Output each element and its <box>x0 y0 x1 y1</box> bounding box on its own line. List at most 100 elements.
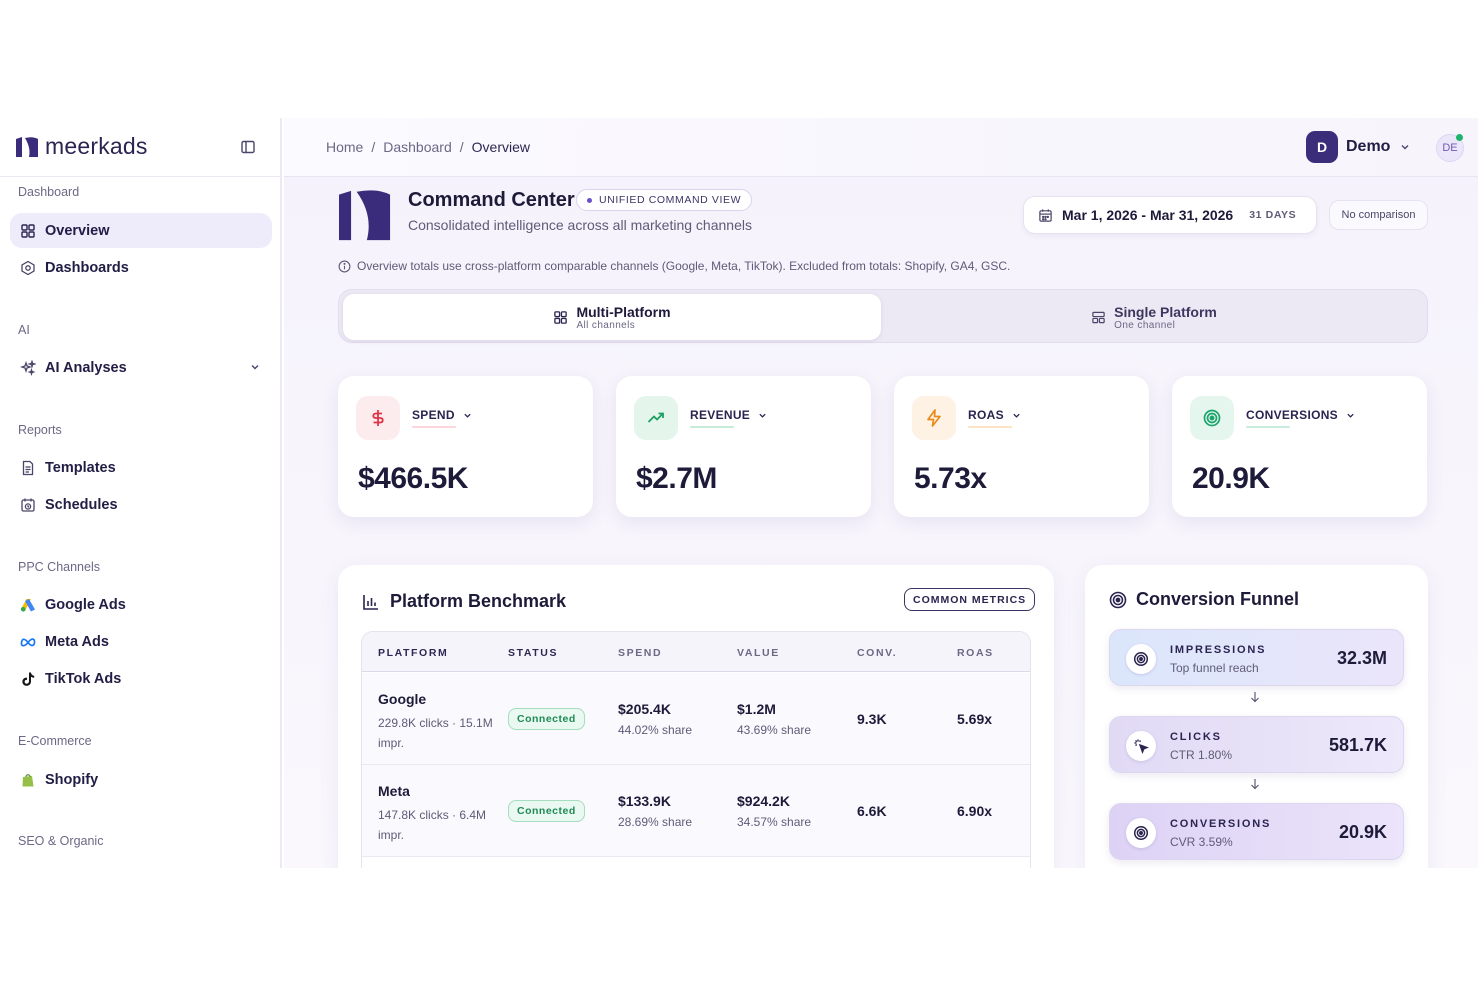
sidebar-item-shopify[interactable]: Shopify <box>10 762 272 797</box>
sidebar-item-overview[interactable]: Overview <box>10 213 272 248</box>
comparison-selector[interactable]: No comparison <box>1329 200 1428 230</box>
kpi-metric-selector[interactable]: SPEND <box>412 408 472 422</box>
app-window: meerkads Dashboard Overview Dashboards A… <box>0 118 1478 868</box>
value-share: 43.69% share <box>737 723 812 737</box>
value-share: 34.57% share <box>737 815 812 829</box>
chevron-down-icon <box>759 413 766 418</box>
document-icon <box>22 460 34 475</box>
kpi-value: $466.5K <box>358 462 468 495</box>
funnel-title: Conversion Funnel <box>1109 589 1299 610</box>
breadcrumb-home[interactable]: Home <box>326 139 363 155</box>
kpi-label: ROAS <box>968 408 1004 422</box>
sparkles-icon <box>20 359 36 376</box>
kpi-card-conversions: CONVERSIONS 20.9K <box>1172 376 1427 517</box>
platform-benchmark-card: Platform Benchmark COMMON METRICS PLATFO… <box>338 565 1054 868</box>
kpi-label: CONVERSIONS <box>1246 408 1338 422</box>
chevron-down-icon <box>1347 413 1354 418</box>
funnel-stage-conversions: CONVERSIONS CVR 3.59% 20.9K <box>1109 803 1404 860</box>
sidebar-item-label: Meta Ads <box>45 633 109 650</box>
workspace-switcher[interactable]: D Demo <box>1306 131 1410 163</box>
sidebar-item-label: AI Analyses <box>45 359 127 376</box>
section-ai: AI <box>18 323 30 337</box>
kpi-metric-selector[interactable]: CONVERSIONS <box>1246 408 1355 422</box>
roas-value: 5.69x <box>957 711 993 727</box>
table-row[interactable]: Meta 147.8K clicks · 6.4M impr. Connecte… <box>362 765 1030 857</box>
column-header: STATUS <box>508 647 559 659</box>
section-e-commerce: E-Commerce <box>18 734 92 748</box>
sidebar-item-tiktok-ads[interactable]: TikTok Ads <box>10 661 272 696</box>
sidebar-item-ai-analyses[interactable]: AI Analyses <box>10 350 272 385</box>
kpi-underline <box>690 426 734 428</box>
shopify-icon <box>22 773 34 786</box>
stage-name: CLICKS <box>1170 731 1222 743</box>
trending-up-icon <box>634 396 678 440</box>
date-range-picker[interactable]: Mar 1, 2026 - Mar 31, 2026 31 DAYS <box>1023 196 1317 234</box>
status-badge: Connected <box>508 708 585 730</box>
stage-value: 32.3M <box>1336 648 1387 668</box>
breadcrumb-dashboard[interactable]: Dashboard <box>383 139 452 155</box>
spend-share: 44.02% share <box>618 723 693 737</box>
column-header[interactable]: ROAS <box>957 647 994 659</box>
spend-share: 28.69% share <box>618 815 693 829</box>
platform-detail: 147.8K clicks · 6.4M impr. <box>378 808 487 842</box>
table-row[interactable]: Google 229.8K clicks · 15.1M impr. Conne… <box>362 673 1030 765</box>
date-range-days: 31 DAYS <box>1249 209 1297 221</box>
grid-icon <box>21 223 35 238</box>
layout-icon <box>1092 311 1105 323</box>
column-header[interactable]: VALUE <box>737 647 780 659</box>
totals-note-text: Overview totals use cross-platform compa… <box>357 259 1011 273</box>
sidebar-item-label: Dashboards <box>45 259 129 276</box>
multi-platform-tab[interactable]: Multi-Platform All channels <box>343 294 881 340</box>
conversion-funnel-card: Conversion Funnel IMPRESSIONS Top funnel… <box>1085 565 1428 868</box>
multi-platform-sub: All channels <box>576 319 636 331</box>
chevron-down-icon <box>1013 413 1020 418</box>
table-header: PLATFORM STATUS SPEND VALUE CONV. ROAS <box>362 632 1030 672</box>
sidebar-item-meta-ads[interactable]: Meta Ads <box>10 624 272 659</box>
sidebar-toggle-icon[interactable] <box>240 139 256 155</box>
cursor-click-icon <box>1126 731 1156 761</box>
chevron-down-icon[interactable] <box>250 362 260 372</box>
kpi-card-spend: SPEND $466.5K <box>338 376 593 517</box>
kpi-value: 20.9K <box>1192 462 1270 495</box>
google-ads-icon <box>20 598 35 612</box>
kpi-card-revenue: REVENUE $2.7M <box>616 376 871 517</box>
chevron-down-icon <box>1401 145 1409 150</box>
column-header[interactable]: SPEND <box>618 647 662 659</box>
sidebar-item-templates[interactable]: Templates <box>10 450 272 485</box>
column-header[interactable]: CONV. <box>857 647 897 659</box>
stage-sub: Top funnel reach <box>1170 661 1259 675</box>
page-title: Command Center <box>408 189 575 211</box>
sidebar-item-google-ads[interactable]: Google Ads <box>10 587 272 622</box>
benchmark-table: PLATFORM STATUS SPEND VALUE CONV. ROAS G… <box>361 631 1031 868</box>
single-platform-label: Single Platform <box>1114 303 1217 320</box>
breadcrumb-separator: / <box>459 139 464 155</box>
target-icon <box>1126 818 1156 848</box>
breadcrumb-separator: / <box>371 139 376 155</box>
multi-platform-label: Multi-Platform <box>576 303 671 320</box>
sidebar-item-label: Schedules <box>45 496 118 513</box>
sidebar-item-label: Overview <box>45 222 110 239</box>
breadcrumb: Home / Dashboard / Overview <box>326 139 530 155</box>
funnel-title-text: Conversion Funnel <box>1136 589 1300 609</box>
kpi-metric-selector[interactable]: REVENUE <box>690 408 767 422</box>
spend-value: $133.9K <box>618 793 671 809</box>
online-status-dot <box>1456 134 1463 141</box>
value-amount: $1.2M <box>737 701 776 717</box>
calendar-clock-icon <box>21 498 35 512</box>
arrow-down-icon <box>1251 779 1259 790</box>
single-platform-sub: One channel <box>1114 319 1176 331</box>
section-ppc-channels: PPC Channels <box>18 560 100 574</box>
kpi-label: SPEND <box>412 408 455 422</box>
single-platform-tab[interactable]: Single Platform One channel <box>885 294 1423 340</box>
sidebar-item-label: TikTok Ads <box>45 670 122 687</box>
info-icon <box>338 260 351 272</box>
sidebar-item-schedules[interactable]: Schedules <box>10 487 272 522</box>
kpi-underline <box>412 426 456 428</box>
sidebar-item-dashboards[interactable]: Dashboards <box>10 250 272 285</box>
stage-value: 20.9K <box>1338 822 1387 842</box>
breadcrumb-current: Overview <box>471 139 530 155</box>
platform-detail: 229.8K clicks · 15.1M impr. <box>378 716 493 750</box>
workspace-avatar: D <box>1306 131 1338 163</box>
hexagon-icon <box>21 260 35 275</box>
kpi-metric-selector[interactable]: ROAS <box>968 408 1021 422</box>
